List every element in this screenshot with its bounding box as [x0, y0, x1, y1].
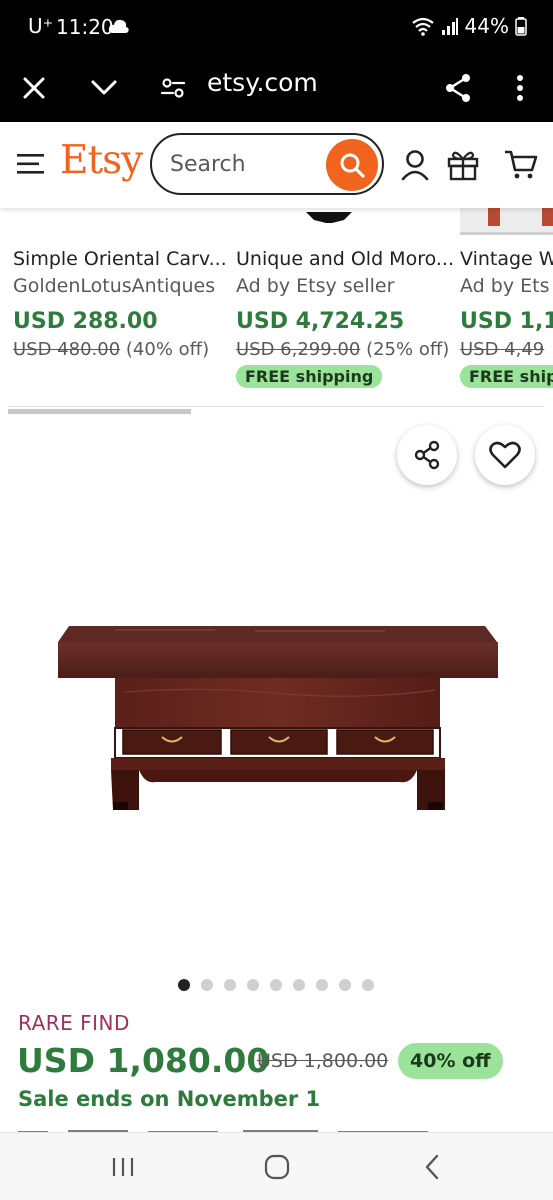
status-right: 44% — [411, 14, 527, 38]
close-icon — [23, 77, 45, 99]
section-divider — [8, 406, 544, 407]
discount-badge: 40% off — [398, 1043, 503, 1079]
item-original-price: USD 4,49 — [460, 339, 544, 360]
share-page-button[interactable] — [436, 66, 480, 110]
etsy-logo[interactable]: Etsy — [60, 138, 143, 183]
user-icon — [401, 150, 429, 181]
home-button[interactable] — [257, 1151, 297, 1183]
favorite-button[interactable] — [475, 425, 535, 485]
cart-button[interactable] — [502, 146, 540, 184]
system-navigation-bar — [0, 1132, 553, 1200]
back-button[interactable] — [412, 1151, 452, 1183]
heart-icon — [489, 441, 521, 469]
pagination-dot[interactable] — [201, 979, 213, 991]
strikethrough-price: USD 4,49 — [460, 339, 545, 360]
gift-icon — [447, 151, 479, 181]
item-price: USD 288.00 — [13, 309, 158, 334]
product-price: USD 1,080.00 — [17, 1041, 270, 1080]
browser-menu-button[interactable] — [498, 66, 542, 110]
cloud-icon — [108, 19, 129, 33]
item-original-price: USD 6,299.00 (25% off) — [236, 339, 449, 360]
battery-percent: 44% — [464, 14, 509, 38]
signal-icon — [441, 18, 458, 35]
carrier-label: U⁺ — [28, 14, 54, 38]
discount-text: (40% off) — [125, 339, 210, 360]
image-pagination[interactable] — [178, 979, 374, 991]
carousel-scrollbar[interactable] — [8, 409, 191, 414]
search-button[interactable] — [326, 139, 378, 191]
chevron-down-icon — [91, 80, 117, 95]
item-price: USD 4,724.25 — [236, 309, 405, 334]
pagination-dot[interactable] — [362, 979, 374, 991]
tune-icon — [160, 78, 186, 98]
minimize-button[interactable] — [82, 66, 126, 110]
pagination-dot[interactable] — [293, 979, 305, 991]
strikethrough-price: USD 6,299.00 — [236, 339, 361, 360]
wifi-icon — [411, 17, 434, 36]
item-seller: Ad by Etsy seller — [236, 275, 395, 297]
pagination-dot[interactable] — [178, 979, 190, 991]
strikethrough-price: USD 480.00 — [13, 339, 121, 360]
search-input[interactable] — [170, 149, 320, 179]
item-seller: Ad by Ets — [460, 275, 550, 297]
recent-apps-icon — [112, 1158, 134, 1176]
item-seller: GoldenLotusAntiques — [13, 275, 216, 297]
item-thumbnail[interactable] — [306, 208, 352, 236]
pagination-dot[interactable] — [339, 979, 351, 991]
sale-ends-text: Sale ends on November 1 — [18, 1087, 321, 1111]
item-title[interactable]: Vintage W — [460, 248, 553, 270]
clock: 11:20 — [56, 15, 114, 39]
menu-icon[interactable] — [16, 151, 46, 177]
item-title[interactable]: Unique and Old Moro... — [236, 248, 454, 270]
close-tab-button[interactable] — [12, 66, 56, 110]
browser-toolbar: etsy.com — [0, 54, 553, 122]
site-settings-button[interactable] — [151, 66, 195, 110]
product-image[interactable] — [55, 622, 500, 817]
pagination-dot[interactable] — [247, 979, 259, 991]
url-text[interactable]: etsy.com — [207, 68, 318, 97]
search-icon — [340, 153, 365, 178]
item-price: USD 1,12 — [460, 309, 553, 334]
back-icon — [425, 1154, 439, 1180]
pagination-dot[interactable] — [224, 979, 236, 991]
cart-icon — [505, 150, 538, 179]
gift-button[interactable] — [444, 146, 482, 184]
etsy-header: Etsy — [0, 122, 553, 208]
item-title[interactable]: Simple Oriental Carv... — [13, 248, 227, 270]
item-thumbnail[interactable] — [460, 208, 553, 236]
share-icon — [414, 440, 440, 470]
pagination-dot[interactable] — [316, 979, 328, 991]
related-items-carousel[interactable]: Simple Oriental Carv... GoldenLotusAntiq… — [0, 208, 553, 408]
free-shipping-badge: FREE ship — [460, 365, 553, 388]
account-button[interactable] — [396, 146, 434, 184]
share-icon — [446, 74, 470, 102]
status-bar: U⁺ 11:20 44% — [0, 0, 553, 54]
home-icon — [264, 1154, 290, 1180]
rare-find-label: RARE FIND — [18, 1011, 130, 1035]
pagination-dot[interactable] — [270, 979, 282, 991]
recent-apps-button[interactable] — [103, 1151, 143, 1183]
free-shipping-badge: FREE shipping — [236, 365, 383, 388]
discount-text: (25% off) — [366, 339, 450, 360]
search-box[interactable] — [150, 133, 384, 195]
battery-icon — [515, 17, 527, 36]
more-vert-icon — [517, 75, 523, 101]
product-original-price: USD 1,800.00 — [257, 1050, 389, 1072]
item-original-price: USD 480.00 (40% off) — [13, 339, 209, 360]
share-item-button[interactable] — [397, 425, 457, 485]
